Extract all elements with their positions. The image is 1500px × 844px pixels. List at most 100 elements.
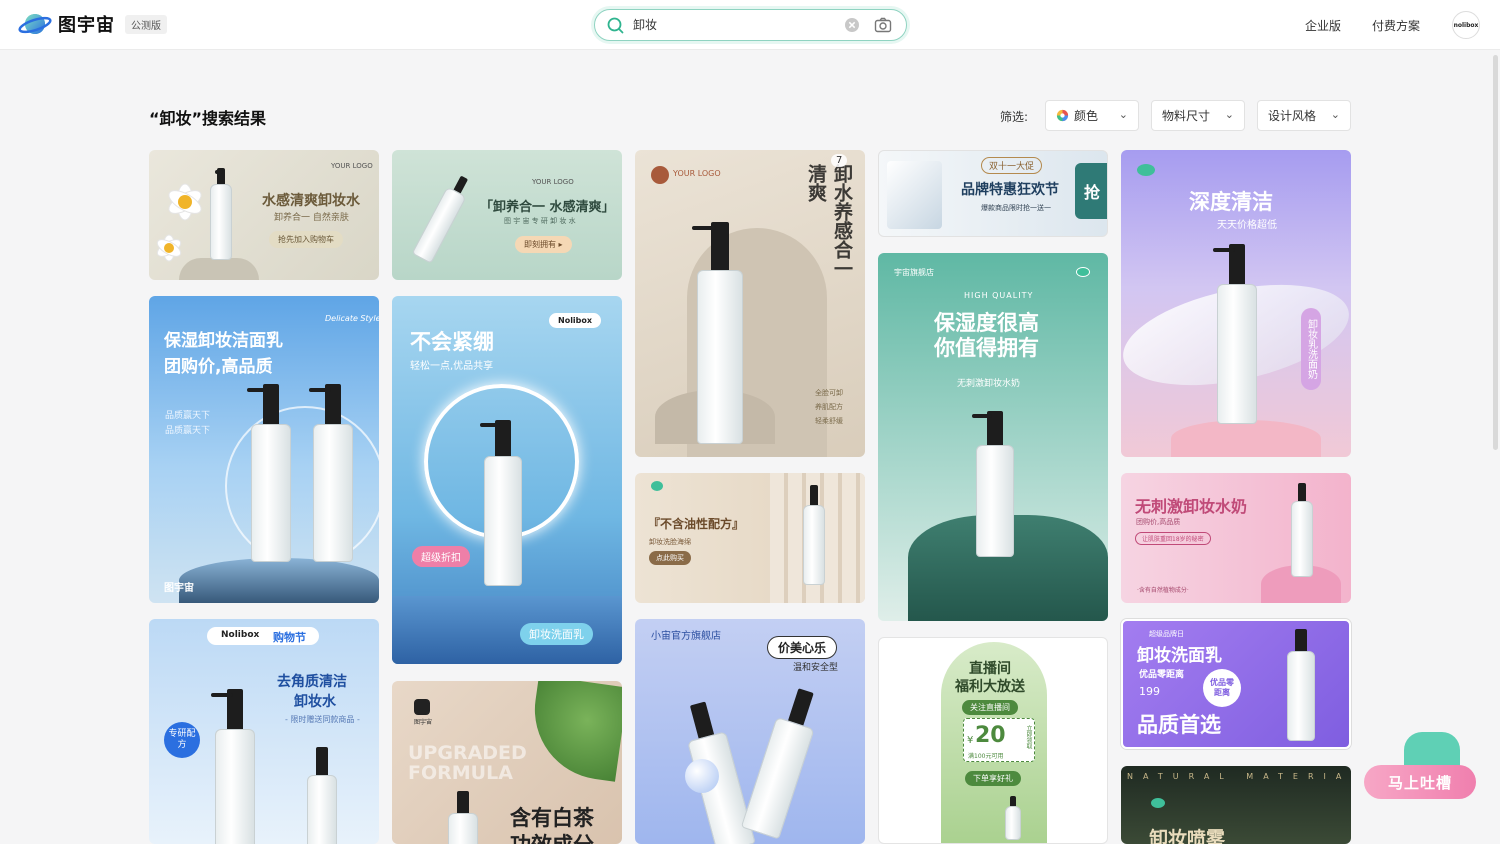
card-subtitle: 图 宇 宙 专 研 卸 妆 水	[504, 217, 576, 225]
card-eyebrow: NATURAL MATERIAL	[1127, 772, 1351, 781]
enterprise-link[interactable]: 企业版	[1305, 17, 1341, 34]
template-card[interactable]: 深度清洁 天天价格超低 卸妆乳洗面奶	[1121, 150, 1351, 457]
pricing-link[interactable]: 付费方案	[1372, 17, 1420, 34]
chevron-down-icon: ⌄	[1224, 108, 1234, 121]
brand-logo-icon	[651, 166, 669, 184]
bubble-decoration	[685, 759, 719, 793]
card-eyebrow: HIGH QUALITY	[964, 291, 1034, 300]
card-subtitle: 品质赢天下	[165, 426, 211, 436]
template-card[interactable]: 不会紧绷 轻松一点,优品共享 Nolibox 超级折扣 卸妆洗面乳	[392, 296, 622, 664]
coupon-note: 满100元可用	[968, 753, 1004, 760]
card-cta: 抢先加入购物车	[269, 231, 343, 248]
card-title: 团购价,高品质	[164, 357, 273, 377]
card-cta: 点此购买	[649, 551, 691, 565]
card-title: 卸妆水	[294, 694, 336, 710]
color-filter-dropdown[interactable]: 颜色 ⌄	[1045, 100, 1139, 131]
feedback-button[interactable]: 马上吐槽	[1364, 765, 1476, 799]
coupon-price: 20	[975, 723, 1006, 748]
page-count-badge: 7	[831, 154, 848, 167]
camera-icon[interactable]	[874, 17, 892, 33]
bottle-image	[1213, 244, 1257, 424]
bottle-image	[803, 485, 825, 585]
card-title: 价美心乐	[767, 636, 838, 659]
template-card[interactable]: 图宇宙 UPGRADED FORMULA 含有白茶 功效成分	[392, 681, 622, 844]
scrollbar[interactable]	[1493, 55, 1498, 450]
chevron-down-icon: ⌄	[1118, 108, 1128, 121]
card-script: Delicate Style	[325, 314, 379, 323]
card-subtitle: 无刺激卸妆水奶	[957, 379, 1021, 389]
card-side-label: 卸妆乳洗面奶	[1301, 308, 1321, 390]
card-subtitle: 优品零距离	[1139, 670, 1185, 680]
search-bar[interactable]	[594, 9, 907, 41]
brand-logo-icon	[1076, 267, 1090, 277]
card-tag: 双十一大促	[981, 157, 1043, 174]
template-card[interactable]: NATURAL MATERIAL 卸妆喷雾	[1121, 766, 1351, 844]
template-card[interactable]: 双十一大促 品牌特惠狂欢节 爆款商品限时抢一送一 抢	[878, 150, 1108, 237]
card-tag: 超级折扣	[412, 546, 470, 567]
avatar[interactable]: nolibox	[1452, 11, 1480, 39]
size-filter-label: 物料尺寸	[1162, 109, 1211, 123]
card-title: 福利大放送	[955, 679, 1025, 695]
filter-label: 筛选:	[1000, 110, 1029, 124]
card-subtitle: 品质赢天下	[165, 411, 211, 421]
template-card[interactable]: YOUR LOGO 水感清爽卸妆水 卸养合一 自然亲肤 抢先加入购物车	[149, 150, 379, 280]
beta-badge: 公测版	[125, 14, 167, 34]
coupon-currency: ¥	[967, 735, 974, 746]
template-card[interactable]: Nolibox 购物节 去角质清洁 卸妆水 - 限时赠送同款商品 - 专研配方	[149, 619, 379, 844]
card-subtitle: 轻松一点,优品共享	[410, 361, 494, 372]
card-feature: 全脸可卸	[815, 389, 843, 397]
card-title: 去角质清洁	[277, 674, 347, 690]
template-card[interactable]: 宇宙旗舰店 HIGH QUALITY 保湿度很高 你值得拥有 无刺激卸妆水奶	[878, 253, 1108, 621]
card-title: 直播间	[969, 661, 1011, 677]
card-subtitle: 卸妆洗脸海绵	[649, 538, 691, 546]
template-card[interactable]: 直播间 福利大放送 关注直播间 ¥ 20 满100元可用 立即领取 下单享好礼	[878, 637, 1108, 844]
template-card[interactable]: 超级品牌日 卸妆洗面乳 优品零距离 199 优品零距离 品质首选	[1121, 619, 1351, 749]
template-card[interactable]: YOUR LOGO 卸水养感合一清爽 7 全脸可卸 养肌配方 轻柔舒缓	[635, 150, 865, 457]
template-card[interactable]: 『不含油性配方』 卸妆洗脸海绵 点此购买	[635, 473, 865, 603]
style-filter-label: 设计风格	[1268, 109, 1317, 123]
gift-pill: 下单享好礼	[965, 771, 1021, 786]
card-pill: 让肌肤重回18岁的秘密	[1135, 532, 1211, 545]
template-card[interactable]: 保湿卸妆洁面乳 团购价,高品质 Delicate Style 品质赢天下 品质赢…	[149, 296, 379, 603]
top-bar: 图宇宙 公测版 企业版 付费方案 nolibox	[0, 0, 1500, 50]
ring-decoration	[225, 406, 379, 566]
template-card[interactable]: 无刺激卸妆水奶 团购价,高品质 让肌肤重回18岁的秘密 ·含有自然植物成分·	[1121, 473, 1351, 603]
brand-logo-icon	[651, 481, 663, 491]
close-circle-icon[interactable]	[844, 17, 860, 33]
card-logo: Nolibox	[549, 313, 602, 328]
search-input[interactable]	[633, 17, 833, 31]
card-title: 品牌特惠狂欢节	[961, 182, 1059, 198]
card-feature: 轻柔舒缓	[815, 417, 843, 425]
follow-pill: 关注直播间	[962, 700, 1018, 715]
card-title: 品质首选	[1137, 713, 1221, 737]
size-filter-dropdown[interactable]: 物料尺寸 ⌄	[1151, 100, 1245, 131]
card-tag: 购物节	[273, 631, 306, 644]
template-card[interactable]: YOUR LOGO 「卸养合一 水感清爽」 图 宇 宙 专 研 卸 妆 水 即刻…	[392, 150, 622, 280]
bottle-image	[1005, 796, 1021, 840]
brand-logo-icon	[414, 699, 430, 715]
bottle-image	[307, 747, 337, 844]
card-logo: YOUR LOGO	[673, 169, 721, 178]
card-footer: ·含有自然植物成分·	[1137, 587, 1189, 594]
podium	[179, 258, 259, 280]
card-brand: 图宇宙	[164, 583, 194, 594]
brand-logo-icon	[1151, 798, 1165, 808]
card-title: 你值得拥有	[934, 336, 1039, 360]
card-cta: 卸妆洗面乳	[520, 623, 593, 645]
podium	[1171, 420, 1321, 457]
card-title: 无刺激卸妆水奶	[1135, 497, 1248, 516]
brand-logo-icon	[1137, 164, 1155, 176]
card-title: 深度清洁	[1189, 190, 1273, 214]
bottle-image	[972, 411, 1014, 557]
card-title: 保湿卸妆洁面乳	[164, 331, 283, 351]
card-store: 宇宙旗舰店	[894, 268, 934, 277]
card-subtitle: 天天价格超低	[1217, 220, 1277, 231]
bottle-image	[1291, 483, 1313, 577]
card-logo: Nolibox	[221, 630, 260, 640]
bottle-image	[480, 420, 522, 586]
template-card[interactable]: 小宙官方旗舰店 价美心乐 温和安全型	[635, 619, 865, 844]
card-subtitle: 温和安全型	[793, 663, 839, 673]
card-subtitle: 团购价,高品质	[1136, 518, 1181, 526]
style-filter-dropdown[interactable]: 设计风格 ⌄	[1257, 100, 1351, 131]
app-logo[interactable]: 图宇宙 公测版	[18, 10, 167, 38]
